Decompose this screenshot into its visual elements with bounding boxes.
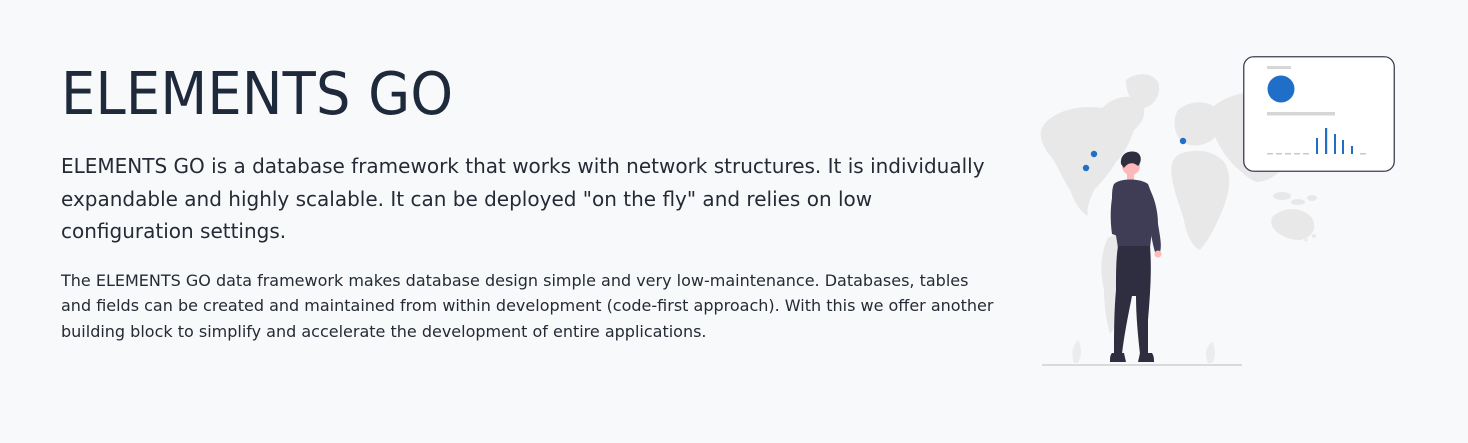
card-avatar-icon [1267, 75, 1295, 103]
card-text-line [1267, 112, 1335, 116]
lead-paragraph: ELEMENTS GO is a database framework that… [61, 154, 985, 243]
card-label-line [1267, 66, 1291, 69]
hero-section: ELEMENTS GO ELEMENTS GO is a database fr… [61, 58, 996, 344]
page-title: ELEMENTS GO [61, 59, 454, 128]
hero-illustration [1030, 50, 1410, 380]
description-paragraph: The ELEMENTS GO data framework makes dat… [61, 270, 994, 341]
analytics-card [1243, 56, 1395, 172]
person-figure [1110, 151, 1162, 362]
